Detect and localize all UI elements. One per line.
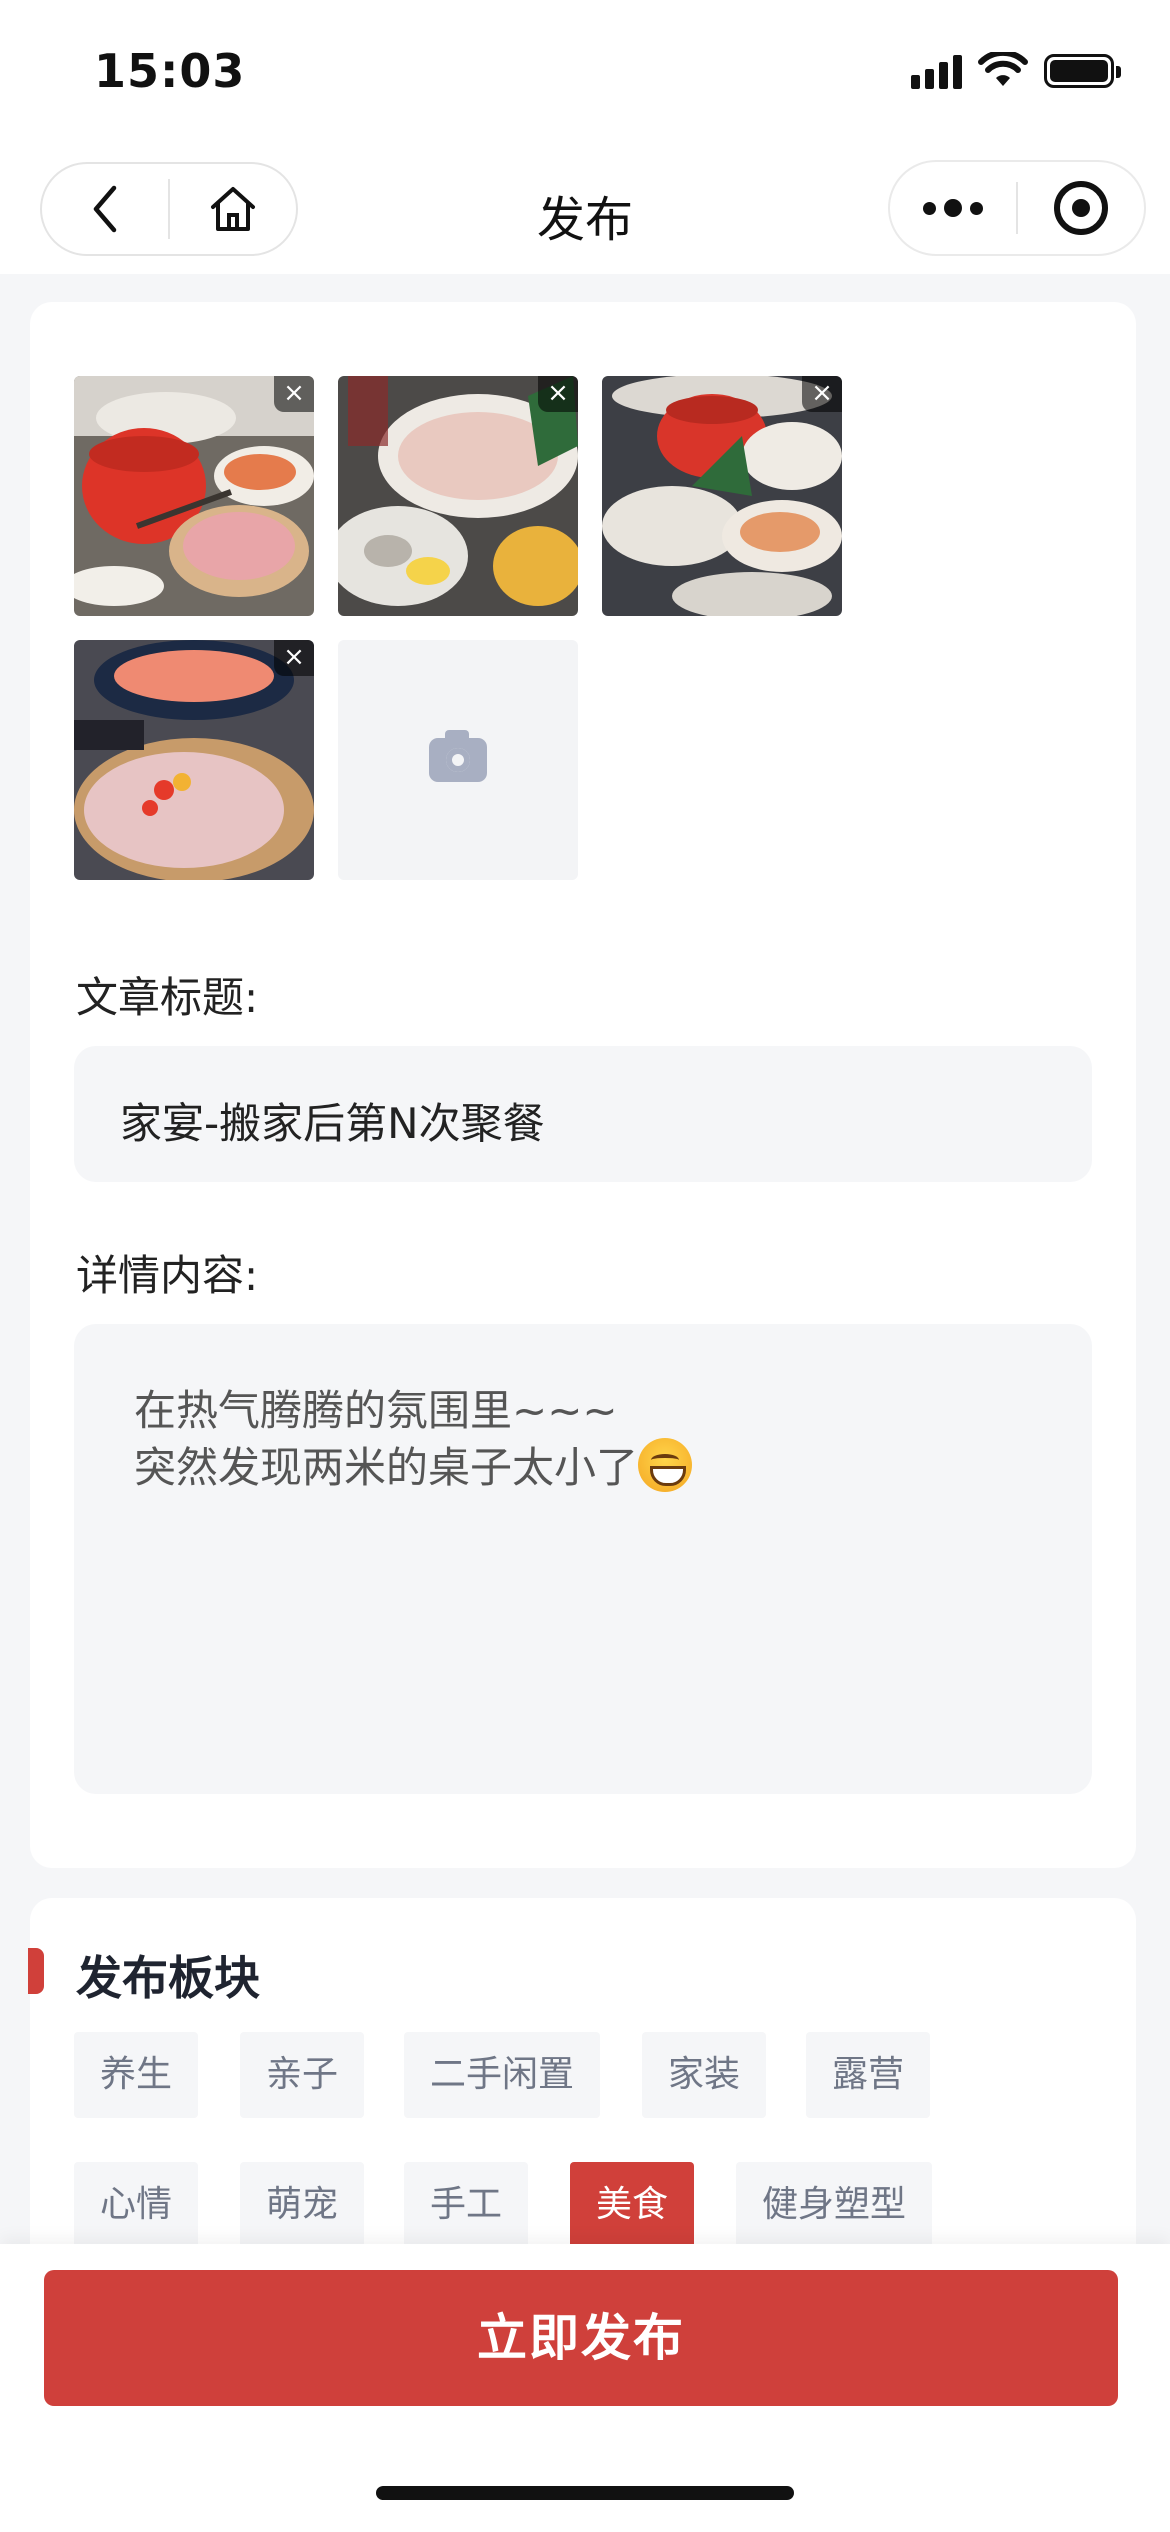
content-label: 详情内容: (76, 1251, 259, 1300)
tag-parenting[interactable]: 亲子 (240, 2032, 365, 2118)
tag-home-decor[interactable]: 家装 (642, 2032, 767, 2118)
add-photo-button[interactable] (338, 640, 578, 880)
title-input[interactable]: 家宴-搬家后第N次聚餐 (74, 1046, 1092, 1182)
target-icon (1053, 181, 1108, 235)
tag-health[interactable]: 养生 (74, 2032, 199, 2118)
photo-thumbnail[interactable]: × (74, 640, 314, 880)
close-miniprogram-button[interactable] (1018, 162, 1144, 254)
status-time: 15:03 (94, 44, 246, 98)
grinning-emoji-icon (638, 1438, 693, 1492)
photo-thumbnail[interactable]: × (338, 376, 578, 616)
tag-pets[interactable]: 萌宠 (240, 2162, 365, 2248)
home-indicator[interactable] (376, 2486, 794, 2500)
delete-photo-button[interactable]: × (802, 376, 842, 412)
section-accent (28, 1948, 44, 1994)
nav-bar: 发布 (0, 150, 1170, 274)
delete-photo-button[interactable]: × (538, 376, 578, 412)
cellular-signal-icon (911, 53, 962, 89)
salmon-and-meat-photo-4 (74, 640, 314, 880)
post-form-card: × × × × 文章标题: 家宴-搬家后第N次聚餐 详情内容: 在热气腾腾的氛围… (30, 302, 1136, 1868)
board-card: 发布板块 养生 亲子 二手闲置 家装 露营 心情 萌宠 手工 美食 健身塑型 (28, 1898, 1136, 2298)
content-line: 突然发现两米的桌子太小了 (134, 1438, 1032, 1495)
delete-photo-button[interactable]: × (274, 640, 314, 676)
tag-second-hand[interactable]: 二手闲置 (404, 2032, 601, 2118)
status-icons (911, 52, 1121, 90)
photo-thumbnail[interactable]: × (602, 376, 842, 616)
more-button[interactable] (890, 162, 1016, 254)
board-title: 发布板块 (76, 1951, 260, 2005)
status-bar: 15:03 (0, 0, 1170, 150)
camera-icon (429, 730, 487, 782)
publish-button[interactable]: 立即发布 (44, 2270, 1118, 2406)
battery-icon (1044, 54, 1121, 88)
photo-thumbnail[interactable]: × (74, 376, 314, 616)
tag-mood[interactable]: 心情 (74, 2162, 199, 2248)
wifi-icon (978, 52, 1028, 86)
tag-food-selected[interactable]: 美食 (570, 2162, 695, 2248)
more-icon (923, 199, 983, 217)
delete-photo-button[interactable]: × (274, 376, 314, 412)
tag-fitness[interactable]: 健身塑型 (736, 2162, 933, 2248)
hotpot-table-photo-1 (74, 376, 314, 616)
content-line: 在热气腾腾的氛围里~~~ (134, 1386, 618, 1435)
nav-capsule-right (888, 160, 1146, 256)
content-textarea[interactable]: 在热气腾腾的氛围里~~~ 突然发现两米的桌子太小了 (74, 1324, 1092, 1794)
title-label: 文章标题: (76, 973, 259, 1022)
dinner-table-photo-3 (602, 376, 842, 616)
tag-handcraft[interactable]: 手工 (404, 2162, 529, 2248)
tag-camping[interactable]: 露营 (806, 2032, 931, 2118)
seafood-platter-photo-2 (338, 376, 578, 616)
